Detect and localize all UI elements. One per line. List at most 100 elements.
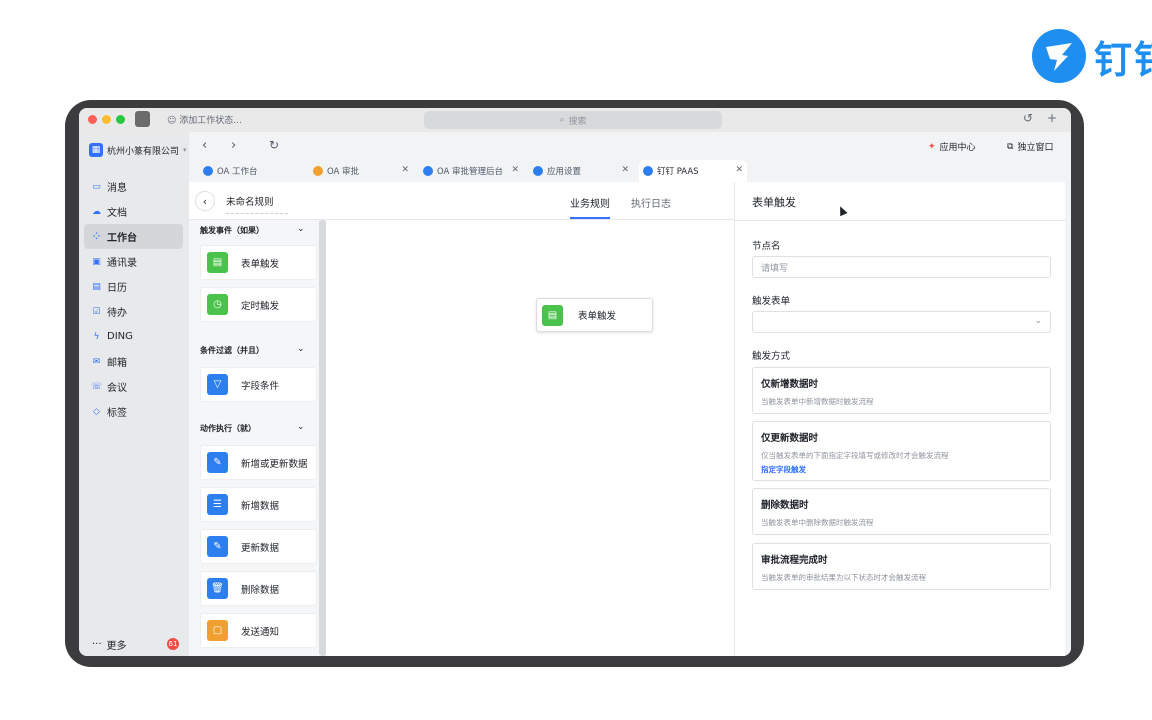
close-icon[interactable]: ✕ (621, 165, 629, 175)
tab-oa-workspace[interactable]: OA 工作台 (199, 160, 303, 182)
sidebar-item-workspace[interactable]: ⁘ 工作台 (84, 224, 183, 249)
tab-business-rules[interactable]: 业务规则 (570, 195, 610, 210)
sidebar-item-docs[interactable]: ☁ 文档 (84, 199, 183, 224)
option-on-update[interactable]: 仅更新数据时 仅当触发表单的下面指定字段填写或修改时才会触发流程 指定字段触发 (752, 421, 1051, 481)
chevron-down-icon[interactable]: ⌄ (297, 344, 305, 354)
ding-icon: ϟ (93, 331, 100, 342)
option-title: 审批流程完成时 (761, 555, 828, 566)
tab-dingtalk-paas[interactable]: 钉钉 PAAS ✕ (639, 160, 747, 182)
minimize-window-button[interactable] (102, 115, 111, 124)
more-label: 更多 (106, 641, 127, 652)
component-field-condition[interactable]: ▽ 字段条件 (200, 367, 317, 402)
component-add-data[interactable]: ☰ 新增数据 (200, 487, 317, 522)
sidebar-item-todo[interactable]: ☑ 待办 (84, 299, 183, 324)
notify-icon: ▢ (207, 620, 228, 641)
component-label: 发送通知 (241, 626, 280, 638)
component-send-notification[interactable]: ▢ 发送通知 (200, 613, 317, 648)
option-on-delete[interactable]: 删除数据时 当触发表单中删除数据时触发流程 (752, 488, 1051, 535)
todo-icon: ☑ (92, 306, 101, 317)
sidebar-item-calendar[interactable]: ▤ 日历 (84, 274, 183, 299)
close-icon[interactable]: ✕ (401, 165, 409, 175)
trash-icon: 🗑 (207, 578, 228, 599)
avatar[interactable] (135, 111, 150, 127)
panel-scrollbar[interactable] (319, 220, 326, 656)
status-input[interactable]: ☺ 添加工作状态... (167, 113, 242, 126)
add-list-icon: ☰ (207, 494, 228, 515)
chevron-down-icon: ▾ (183, 146, 187, 154)
tab-oa-approval-admin[interactable]: OA 审批管理后台 ✕ (419, 160, 523, 182)
app-icon (203, 166, 213, 176)
component-timer-trigger[interactable]: ◷ 定时触发 (200, 287, 317, 322)
search-input[interactable]: ⌕ 搜索 (424, 111, 722, 129)
calendar-icon: ▤ (92, 281, 101, 292)
external-window-icon: ⧉ (1007, 141, 1014, 152)
rule-name-input[interactable]: 未命名规则 (226, 194, 288, 214)
sidebar-item-messages[interactable]: ▭ 消息 (84, 174, 183, 199)
app-window: ☺ 添加工作状态... ⌕ 搜索 ↺ + ▦ 杭州小篆有限公司 ▾ ▭ 消息 ☁ 文… (79, 108, 1071, 656)
trigger-form-label: 触发表单 (752, 296, 791, 307)
sidebar-item-tags[interactable]: ◇ 标签 (84, 399, 183, 424)
specify-field-link[interactable]: 指定字段触发 (761, 464, 1042, 475)
section-title-trigger: 触发事件（如果） (200, 226, 264, 235)
component-update-data[interactable]: ✎ 更新数据 (200, 529, 317, 564)
option-desc: 当触发表单中删除数据时触发流程 (761, 518, 874, 527)
forward-nav-button[interactable]: › (231, 138, 236, 153)
add-icon[interactable]: + (1047, 111, 1057, 125)
tab-app-settings[interactable]: 应用设置 ✕ (529, 160, 633, 182)
tab-oa-approval[interactable]: OA 审批 ✕ (309, 160, 413, 182)
back-button[interactable]: ‹ (195, 191, 215, 211)
org-name: 杭州小篆有限公司 (107, 146, 180, 157)
brand-text: 钉钉 (1094, 37, 1152, 82)
chevron-down-icon[interactable]: ⌄ (297, 224, 305, 234)
sidebar: ▦ 杭州小篆有限公司 ▾ ▭ 消息 ☁ 文档 ⁘ 工作台 ▣ 通讯录 ▤ 日历 ☑ 待办 ϟ… (79, 132, 189, 656)
config-panel: 表单触发 节点名 请填写 触发表单 ⌄ 触发方式 仅新增数据时 当触发表单中新增… (734, 182, 1066, 656)
standalone-window-button[interactable]: ⧉ 独立窗口 (1007, 140, 1054, 154)
more-button[interactable]: ··· 更多 (92, 637, 127, 652)
app-center-label: 应用中心 (939, 143, 976, 153)
option-title: 删除数据时 (761, 500, 809, 511)
component-label: 表单触发 (241, 258, 280, 270)
maximize-window-button[interactable] (116, 115, 125, 124)
org-switcher[interactable]: ▦ 杭州小篆有限公司 ▾ (89, 143, 187, 157)
chevron-down-icon: ⌄ (1034, 316, 1042, 326)
message-icon: ▭ (92, 181, 101, 192)
close-icon[interactable]: ✕ (735, 165, 743, 175)
tab-bar: OA 工作台 OA 审批 ✕ OA 审批管理后台 ✕ 应用设置 ✕ 钉钉 PAA… (189, 160, 1071, 182)
back-nav-button[interactable]: ‹ (202, 138, 207, 153)
page-header: ‹ 未命名规则 业务规则 执行日志 (189, 182, 734, 220)
close-window-button[interactable] (88, 115, 97, 124)
option-on-approval-complete[interactable]: 审批流程完成时 当触发表单的审批结果为以下状态时才会触发流程 (752, 543, 1051, 590)
org-icon: ▦ (89, 143, 103, 157)
option-desc: 仅当触发表单的下面指定字段填写或修改时才会触发流程 (761, 451, 949, 460)
tab-label: OA 审批管理后台 (437, 167, 504, 177)
option-on-create[interactable]: 仅新增数据时 当触发表单中新增数据时触发流程 (752, 367, 1051, 414)
app-center-button[interactable]: ✦ 应用中心 (928, 140, 976, 154)
sidebar-item-contacts[interactable]: ▣ 通讯录 (84, 249, 183, 274)
component-form-trigger[interactable]: ▤ 表单触发 (200, 245, 317, 280)
sidebar-item-meeting[interactable]: ☏ 会议 (84, 374, 183, 399)
node-name-input[interactable]: 请填写 (752, 256, 1051, 278)
mail-icon: ✉ (92, 356, 101, 367)
trigger-form-select[interactable]: ⌄ (752, 311, 1051, 333)
refresh-icon[interactable]: ↻ (269, 138, 279, 152)
tab-execution-log[interactable]: 执行日志 (631, 195, 671, 210)
sidebar-item-label: DING (107, 331, 133, 342)
option-desc: 当触发表单的审批结果为以下状态时才会触发流程 (761, 573, 926, 582)
standalone-label: 独立窗口 (1017, 143, 1054, 153)
history-icon[interactable]: ↺ (1023, 111, 1033, 125)
component-delete-data[interactable]: 🗑 删除数据 (200, 571, 317, 606)
component-upsert-data[interactable]: ✎ 新增或更新数据 (200, 445, 317, 480)
node-label: 表单触发 (578, 311, 617, 322)
canvas-node-form-trigger[interactable]: ▤ 表单触发 (536, 298, 653, 332)
tab-label: OA 工作台 (217, 167, 258, 177)
component-label: 定时触发 (241, 300, 280, 312)
meeting-icon: ☏ (91, 381, 103, 392)
sidebar-item-mail[interactable]: ✉ 邮箱 (84, 349, 183, 374)
chevron-down-icon[interactable]: ⌄ (297, 422, 305, 432)
clock-icon: ◷ (207, 294, 228, 315)
chevron-left-icon: ‹ (202, 194, 208, 208)
tab-label: OA 审批 (327, 167, 360, 177)
close-icon[interactable]: ✕ (511, 165, 519, 175)
component-panel: 触发事件（如果） ⌄ ▤ 表单触发 ◷ 定时触发 条件过滤（并且） ⌄ ▽ 字段… (189, 220, 326, 656)
sidebar-item-ding[interactable]: ϟ DING (84, 324, 183, 349)
